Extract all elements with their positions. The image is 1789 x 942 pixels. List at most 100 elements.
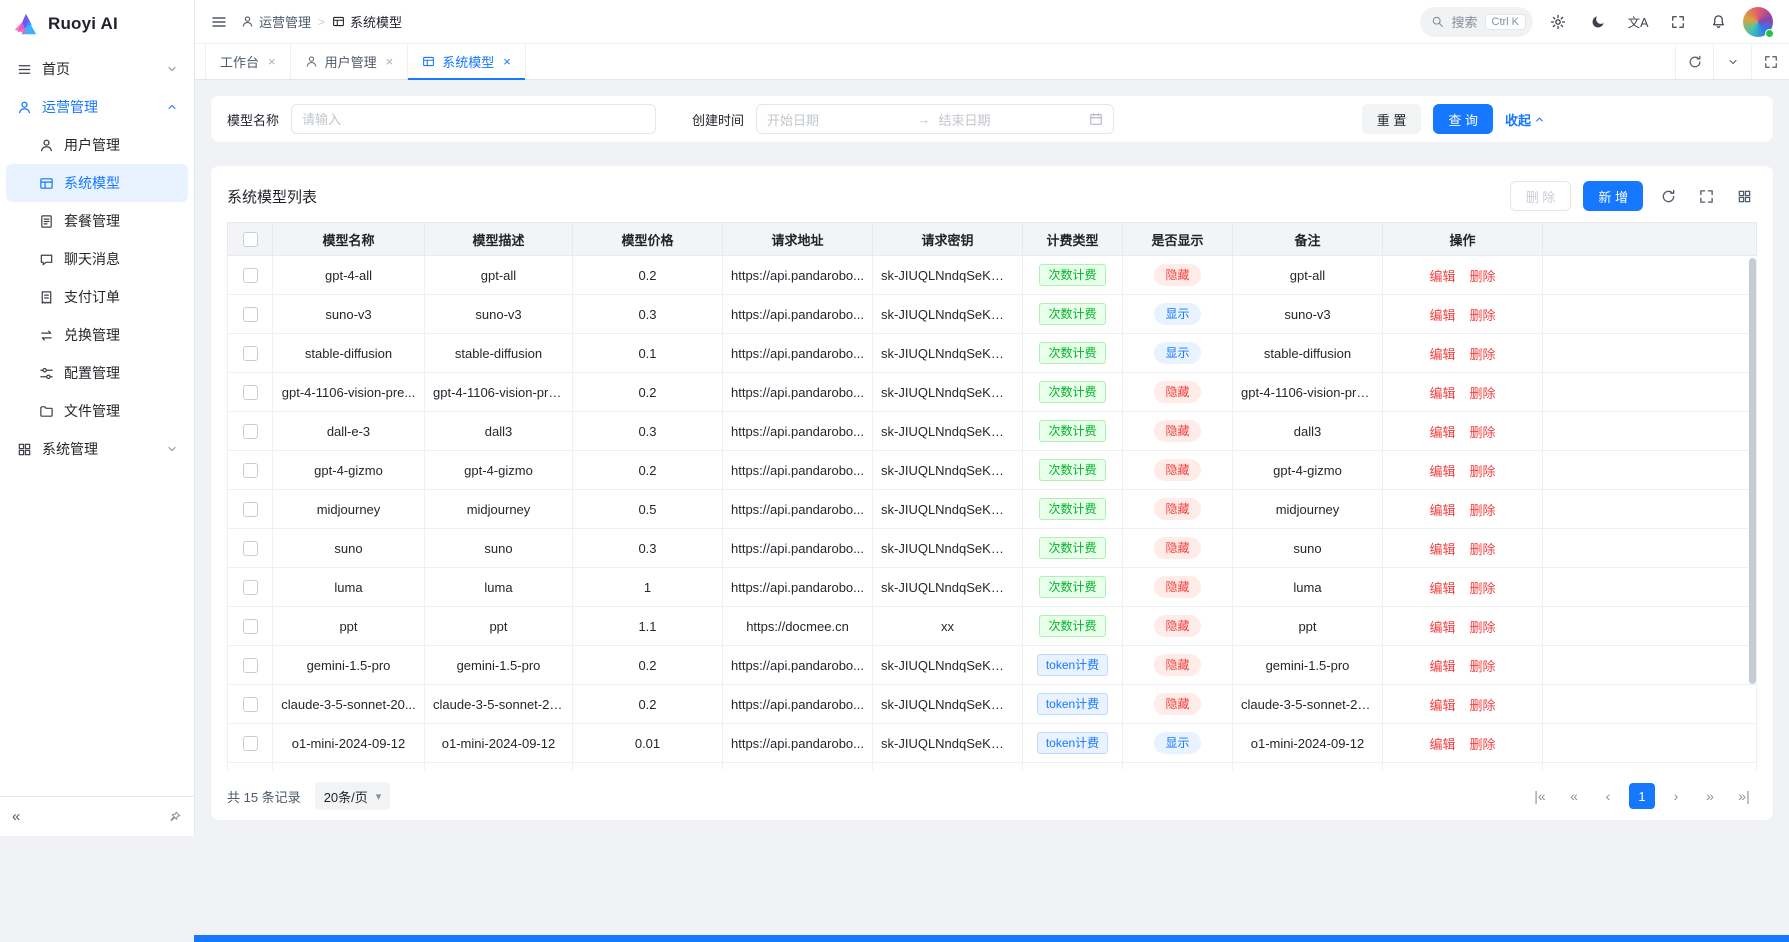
translate-icon[interactable]: 文A xyxy=(1623,7,1653,37)
logo[interactable]: Ruoyi AI xyxy=(0,0,194,48)
page-size-select[interactable]: 20条/页 ▾ xyxy=(315,782,391,810)
edit-link[interactable]: 编辑 xyxy=(1429,308,1455,323)
row-checkbox[interactable] xyxy=(243,658,258,673)
sidebar-item-home[interactable]: 首页 xyxy=(6,50,188,88)
delete-link[interactable]: 删除 xyxy=(1470,581,1496,596)
date-range-picker[interactable]: 开始日期 → 结束日期 xyxy=(756,104,1114,134)
row-checkbox[interactable] xyxy=(243,463,258,478)
delete-link[interactable]: 删除 xyxy=(1470,464,1496,479)
add-button[interactable]: 新 增 xyxy=(1583,181,1643,211)
delete-link[interactable]: 删除 xyxy=(1470,737,1496,752)
edit-link[interactable]: 编辑 xyxy=(1429,464,1455,479)
table-row[interactable]: suno-v3 suno-v3 0.3 https://api.pandarob… xyxy=(228,295,1757,334)
delete-link[interactable]: 删除 xyxy=(1470,347,1496,362)
table-row[interactable]: suno suno 0.3 https://api.pandarobo... s… xyxy=(228,529,1757,568)
delete-link[interactable]: 删除 xyxy=(1470,698,1496,713)
delete-link[interactable]: 删除 xyxy=(1470,503,1496,518)
row-checkbox[interactable] xyxy=(243,307,258,322)
chevron-down-icon[interactable] xyxy=(1713,44,1751,79)
tab-user-management[interactable]: 用户管理 × xyxy=(291,44,409,79)
sidebar-item-package-management[interactable]: 套餐管理 xyxy=(6,202,188,240)
table-row[interactable]: gpt-4-1106-vision-pre... gpt-4-1106-visi… xyxy=(228,373,1757,412)
delete-link[interactable]: 删除 xyxy=(1470,542,1496,557)
table-fullscreen-icon[interactable] xyxy=(1693,183,1719,209)
refresh-icon[interactable] xyxy=(1655,183,1681,209)
edit-link[interactable]: 编辑 xyxy=(1429,347,1455,362)
tab-system-model[interactable]: 系统模型 × xyxy=(408,44,526,79)
fast-next-button[interactable]: » xyxy=(1697,783,1723,809)
bell-icon[interactable] xyxy=(1703,7,1733,37)
avatar[interactable] xyxy=(1743,7,1773,37)
sidebar-item-payment-orders[interactable]: 支付订单 xyxy=(6,278,188,316)
table-row[interactable]: gpt-4-all gpt-all 0.2 https://api.pandar… xyxy=(228,256,1757,295)
close-icon[interactable]: × xyxy=(503,55,511,68)
delete-link[interactable]: 删除 xyxy=(1470,386,1496,401)
table-row[interactable]: dall-e-3 dall3 0.3 https://api.pandarobo… xyxy=(228,412,1757,451)
model-name-input[interactable] xyxy=(291,104,656,134)
table-row[interactable]: gpt-4-gizmo gpt-4-gizmo 0.2 https://api.… xyxy=(228,451,1757,490)
breadcrumb-item-operations[interactable]: 运营管理 xyxy=(241,12,311,31)
edit-link[interactable]: 编辑 xyxy=(1429,659,1455,674)
edit-link[interactable]: 编辑 xyxy=(1429,386,1455,401)
sidebar-item-system-management[interactable]: 系统管理 xyxy=(6,430,188,468)
select-all-checkbox[interactable] xyxy=(243,232,258,247)
fullscreen-icon[interactable] xyxy=(1663,7,1693,37)
last-page-button[interactable]: »| xyxy=(1731,783,1757,809)
delete-link[interactable]: 删除 xyxy=(1470,425,1496,440)
row-checkbox[interactable] xyxy=(243,502,258,517)
edit-link[interactable]: 编辑 xyxy=(1429,698,1455,713)
table-row[interactable]: stable-diffusion stable-diffusion 0.1 ht… xyxy=(228,334,1757,373)
gear-icon[interactable] xyxy=(1543,7,1573,37)
row-checkbox[interactable] xyxy=(243,580,258,595)
sidebar-item-file-management[interactable]: 文件管理 xyxy=(6,392,188,430)
row-checkbox[interactable] xyxy=(243,697,258,712)
next-page-button[interactable]: › xyxy=(1663,783,1689,809)
row-checkbox[interactable] xyxy=(243,268,258,283)
sidebar-collapse-button[interactable]: « xyxy=(12,808,20,825)
close-icon[interactable]: × xyxy=(386,55,394,68)
sidebar-item-config-management[interactable]: 配置管理 xyxy=(6,354,188,392)
table-row[interactable]: midjourney midjourney 0.5 https://api.pa… xyxy=(228,490,1757,529)
table-row[interactable]: ppt ppt 1.1 https://docmee.cn xx 次数计费 隐藏… xyxy=(228,607,1757,646)
edit-link[interactable]: 编辑 xyxy=(1429,620,1455,635)
prev-page-button[interactable]: ‹ xyxy=(1595,783,1621,809)
table-row[interactable]: luma luma 1 https://api.pandarobo... sk-… xyxy=(228,568,1757,607)
row-checkbox[interactable] xyxy=(243,385,258,400)
delete-button[interactable]: 删 除 xyxy=(1510,181,1572,211)
table-row[interactable]: claude-3-5-sonnet-20... claude-3-5-sonne… xyxy=(228,685,1757,724)
global-search[interactable]: 搜索 Ctrl K xyxy=(1420,7,1533,37)
dark-mode-moon-icon[interactable] xyxy=(1583,7,1613,37)
table-row[interactable]: gemini-1.5-pro gemini-1.5-pro 0.2 https:… xyxy=(228,646,1757,685)
pin-icon[interactable] xyxy=(168,810,182,824)
sidebar-item-system-model[interactable]: 系统模型 xyxy=(6,164,188,202)
edit-link[interactable]: 编辑 xyxy=(1429,269,1455,284)
edit-link[interactable]: 编辑 xyxy=(1429,737,1455,752)
table-scrollbar[interactable] xyxy=(1749,258,1756,684)
row-checkbox[interactable] xyxy=(243,619,258,634)
content-fullscreen-icon[interactable] xyxy=(1751,44,1789,79)
breadcrumb-item-system-model[interactable]: 系统模型 xyxy=(332,12,402,31)
row-checkbox[interactable] xyxy=(243,736,258,751)
edit-link[interactable]: 编辑 xyxy=(1429,503,1455,518)
fast-prev-button[interactable]: « xyxy=(1561,783,1587,809)
row-checkbox[interactable] xyxy=(243,541,258,556)
sidebar-item-user-management[interactable]: 用户管理 xyxy=(6,126,188,164)
delete-link[interactable]: 删除 xyxy=(1470,308,1496,323)
table-row[interactable]: o1-mini-2024-09-12 o1-mini-2024-09-12 0.… xyxy=(228,724,1757,763)
edit-link[interactable]: 编辑 xyxy=(1429,425,1455,440)
first-page-button[interactable]: |« xyxy=(1527,783,1553,809)
row-checkbox[interactable] xyxy=(243,346,258,361)
sidebar-item-chat-messages[interactable]: 聊天消息 xyxy=(6,240,188,278)
reset-button[interactable]: 重 置 xyxy=(1362,104,1422,134)
delete-link[interactable]: 删除 xyxy=(1470,269,1496,284)
edit-link[interactable]: 编辑 xyxy=(1429,581,1455,596)
column-settings-icon[interactable] xyxy=(1731,183,1757,209)
tab-workbench[interactable]: 工作台 × xyxy=(205,44,291,79)
sidebar-item-exchange-management[interactable]: 兑换管理 xyxy=(6,316,188,354)
delete-link[interactable]: 删除 xyxy=(1470,620,1496,635)
collapse-filter-link[interactable]: 收起 xyxy=(1505,110,1545,129)
sidebar-item-operations[interactable]: 运营管理 xyxy=(6,88,188,126)
edit-link[interactable]: 编辑 xyxy=(1429,542,1455,557)
hamburger-icon[interactable] xyxy=(211,14,227,30)
close-icon[interactable]: × xyxy=(268,55,276,68)
